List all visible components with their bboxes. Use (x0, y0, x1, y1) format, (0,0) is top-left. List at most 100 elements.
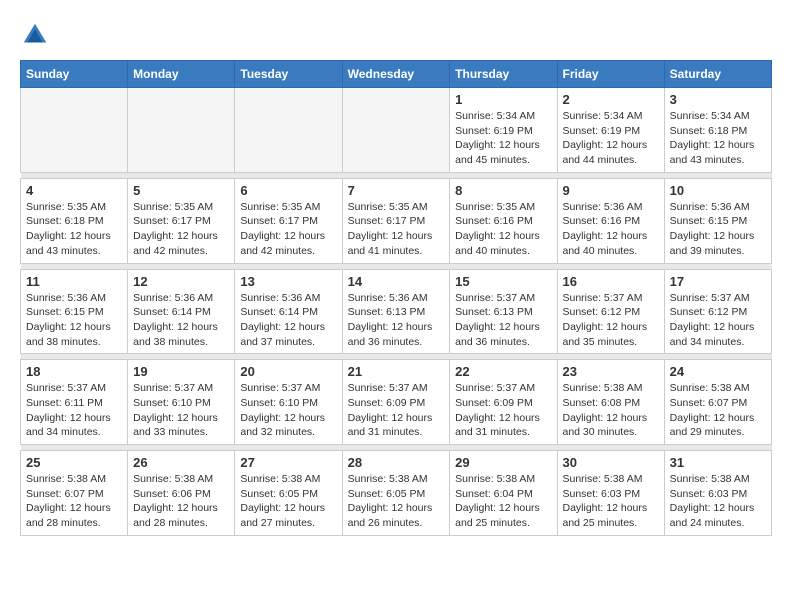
day-number: 26 (133, 455, 229, 470)
day-of-week-wednesday: Wednesday (342, 61, 450, 88)
day-info: Sunrise: 5:37 AM Sunset: 6:09 PM Dayligh… (455, 381, 551, 440)
day-of-week-sunday: Sunday (21, 61, 128, 88)
day-info: Sunrise: 5:38 AM Sunset: 6:04 PM Dayligh… (455, 472, 551, 531)
day-number: 6 (240, 183, 336, 198)
day-info: Sunrise: 5:38 AM Sunset: 6:05 PM Dayligh… (348, 472, 445, 531)
day-number: 7 (348, 183, 445, 198)
calendar-cell (235, 88, 342, 173)
day-info: Sunrise: 5:37 AM Sunset: 6:10 PM Dayligh… (240, 381, 336, 440)
calendar-cell: 15 Sunrise: 5:37 AM Sunset: 6:13 PM Dayli… (450, 269, 557, 354)
day-info: Sunrise: 5:38 AM Sunset: 6:03 PM Dayligh… (563, 472, 659, 531)
calendar-week-3: 11Sunrise: 5:36 AM Sunset: 6:15 PM Dayli… (21, 269, 772, 354)
day-number: 12 (133, 274, 229, 289)
day-info: Sunrise: 5:37 AM Sunset: 6:12 PM Dayligh… (563, 291, 659, 350)
calendar-cell: 7 Sunrise: 5:35 AM Sunset: 6:17 PM Daylig… (342, 178, 450, 263)
calendar-cell: 25 Sunrise: 5:38 AM Sunset: 6:07 PM Dayli… (21, 451, 128, 536)
day-number: 1 (455, 92, 551, 107)
day-number: 31 (670, 455, 766, 470)
calendar-cell: 26 Sunrise: 5:38 AM Sunset: 6:06 PM Dayli… (128, 451, 235, 536)
calendar-cell: 29 Sunrise: 5:38 AM Sunset: 6:04 PM Dayli… (450, 451, 557, 536)
calendar-week-5: 25 Sunrise: 5:38 AM Sunset: 6:07 PM Dayli… (21, 451, 772, 536)
calendar-cell: 11Sunrise: 5:36 AM Sunset: 6:15 PM Dayli… (21, 269, 128, 354)
day-number: 25 (26, 455, 122, 470)
day-number: 22 (455, 364, 551, 379)
day-info: Sunrise: 5:36 AM Sunset: 6:15 PM Dayligh… (26, 291, 122, 350)
day-of-week-monday: Monday (128, 61, 235, 88)
day-info: Sunrise: 5:38 AM Sunset: 6:08 PM Dayligh… (563, 381, 659, 440)
calendar-cell: 17 Sunrise: 5:37 AM Sunset: 6:12 PM Dayli… (664, 269, 771, 354)
day-info: Sunrise: 5:34 AM Sunset: 6:19 PM Dayligh… (563, 109, 659, 168)
day-number: 29 (455, 455, 551, 470)
page-header (20, 20, 772, 50)
day-info: Sunrise: 5:38 AM Sunset: 6:07 PM Dayligh… (670, 381, 766, 440)
day-info: Sunrise: 5:38 AM Sunset: 6:06 PM Dayligh… (133, 472, 229, 531)
day-number: 18 (26, 364, 122, 379)
calendar-cell: 31 Sunrise: 5:38 AM Sunset: 6:03 PM Dayli… (664, 451, 771, 536)
day-number: 30 (563, 455, 659, 470)
day-number: 17 (670, 274, 766, 289)
calendar-cell: 2 Sunrise: 5:34 AM Sunset: 6:19 PM Daylig… (557, 88, 664, 173)
day-number: 5 (133, 183, 229, 198)
calendar-cell: 18Sunrise: 5:37 AM Sunset: 6:11 PM Dayli… (21, 360, 128, 445)
day-info: Sunrise: 5:34 AM Sunset: 6:18 PM Dayligh… (670, 109, 766, 168)
days-of-week-row: SundayMondayTuesdayWednesdayThursdayFrid… (21, 61, 772, 88)
day-info: Sunrise: 5:34 AM Sunset: 6:19 PM Dayligh… (455, 109, 551, 168)
calendar-cell: 3 Sunrise: 5:34 AM Sunset: 6:18 PM Daylig… (664, 88, 771, 173)
calendar-cell: 28 Sunrise: 5:38 AM Sunset: 6:05 PM Dayli… (342, 451, 450, 536)
day-number: 14 (348, 274, 445, 289)
day-info: Sunrise: 5:37 AM Sunset: 6:09 PM Dayligh… (348, 381, 445, 440)
day-info: Sunrise: 5:35 AM Sunset: 6:16 PM Dayligh… (455, 200, 551, 259)
logo-icon (20, 20, 50, 50)
day-number: 3 (670, 92, 766, 107)
calendar-cell: 8 Sunrise: 5:35 AM Sunset: 6:16 PM Daylig… (450, 178, 557, 263)
calendar-week-2: 4Sunrise: 5:35 AM Sunset: 6:18 PM Daylig… (21, 178, 772, 263)
day-info: Sunrise: 5:38 AM Sunset: 6:07 PM Dayligh… (26, 472, 122, 531)
day-number: 23 (563, 364, 659, 379)
calendar-cell (21, 88, 128, 173)
day-info: Sunrise: 5:35 AM Sunset: 6:17 PM Dayligh… (240, 200, 336, 259)
day-info: Sunrise: 5:36 AM Sunset: 6:16 PM Dayligh… (563, 200, 659, 259)
day-number: 8 (455, 183, 551, 198)
day-number: 9 (563, 183, 659, 198)
day-info: Sunrise: 5:38 AM Sunset: 6:03 PM Dayligh… (670, 472, 766, 531)
calendar-cell: 14 Sunrise: 5:36 AM Sunset: 6:13 PM Dayli… (342, 269, 450, 354)
calendar-cell: 21 Sunrise: 5:37 AM Sunset: 6:09 PM Dayli… (342, 360, 450, 445)
calendar-cell: 4Sunrise: 5:35 AM Sunset: 6:18 PM Daylig… (21, 178, 128, 263)
day-number: 24 (670, 364, 766, 379)
calendar-cell: 20Sunrise: 5:37 AM Sunset: 6:10 PM Dayli… (235, 360, 342, 445)
day-number: 19 (133, 364, 229, 379)
calendar-cell: 22 Sunrise: 5:37 AM Sunset: 6:09 PM Dayli… (450, 360, 557, 445)
day-number: 15 (455, 274, 551, 289)
day-info: Sunrise: 5:37 AM Sunset: 6:13 PM Dayligh… (455, 291, 551, 350)
day-of-week-friday: Friday (557, 61, 664, 88)
calendar-cell: 24 Sunrise: 5:38 AM Sunset: 6:07 PM Dayli… (664, 360, 771, 445)
calendar-cell (342, 88, 450, 173)
calendar-body: 1 Sunrise: 5:34 AM Sunset: 6:19 PM Daylig… (21, 88, 772, 536)
day-number: 10 (670, 183, 766, 198)
calendar-cell: 23 Sunrise: 5:38 AM Sunset: 6:08 PM Dayli… (557, 360, 664, 445)
day-number: 16 (563, 274, 659, 289)
day-info: Sunrise: 5:37 AM Sunset: 6:12 PM Dayligh… (670, 291, 766, 350)
day-info: Sunrise: 5:36 AM Sunset: 6:14 PM Dayligh… (240, 291, 336, 350)
calendar-cell: 10Sunrise: 5:36 AM Sunset: 6:15 PM Dayli… (664, 178, 771, 263)
calendar-week-1: 1 Sunrise: 5:34 AM Sunset: 6:19 PM Daylig… (21, 88, 772, 173)
day-number: 13 (240, 274, 336, 289)
day-of-week-tuesday: Tuesday (235, 61, 342, 88)
calendar-cell: 27Sunrise: 5:38 AM Sunset: 6:05 PM Dayli… (235, 451, 342, 536)
day-info: Sunrise: 5:35 AM Sunset: 6:18 PM Dayligh… (26, 200, 122, 259)
calendar-week-4: 18Sunrise: 5:37 AM Sunset: 6:11 PM Dayli… (21, 360, 772, 445)
calendar-cell: 9 Sunrise: 5:36 AM Sunset: 6:16 PM Daylig… (557, 178, 664, 263)
day-info: Sunrise: 5:38 AM Sunset: 6:05 PM Dayligh… (240, 472, 336, 531)
day-info: Sunrise: 5:36 AM Sunset: 6:14 PM Dayligh… (133, 291, 229, 350)
day-info: Sunrise: 5:36 AM Sunset: 6:13 PM Dayligh… (348, 291, 445, 350)
day-info: Sunrise: 5:35 AM Sunset: 6:17 PM Dayligh… (133, 200, 229, 259)
calendar-cell: 30 Sunrise: 5:38 AM Sunset: 6:03 PM Dayli… (557, 451, 664, 536)
calendar-cell: 16 Sunrise: 5:37 AM Sunset: 6:12 PM Dayli… (557, 269, 664, 354)
day-info: Sunrise: 5:35 AM Sunset: 6:17 PM Dayligh… (348, 200, 445, 259)
calendar-cell: 19 Sunrise: 5:37 AM Sunset: 6:10 PM Dayli… (128, 360, 235, 445)
day-number: 28 (348, 455, 445, 470)
day-info: Sunrise: 5:37 AM Sunset: 6:10 PM Dayligh… (133, 381, 229, 440)
day-number: 2 (563, 92, 659, 107)
day-of-week-saturday: Saturday (664, 61, 771, 88)
day-number: 21 (348, 364, 445, 379)
